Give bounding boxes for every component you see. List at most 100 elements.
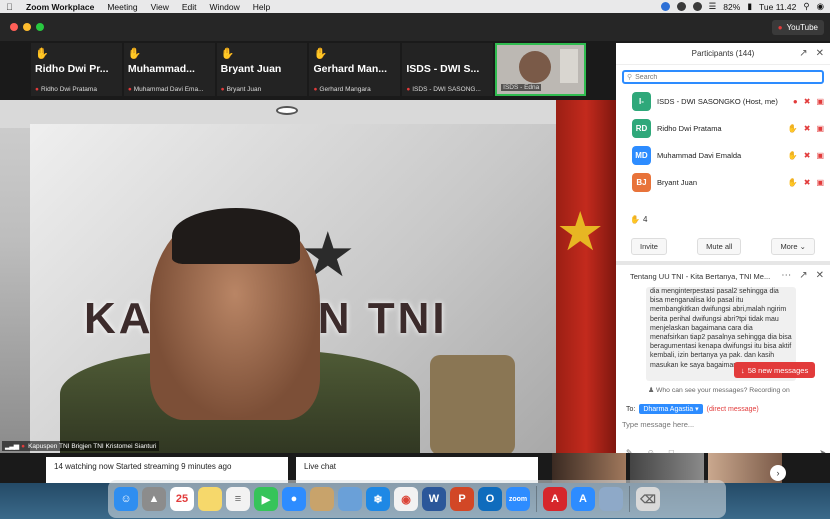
finder-icon[interactable]: ☺ xyxy=(114,487,138,511)
speaker-name-caption: ▂▃▅ ● Kapuspen TNI Brigjen TNI Kristomei… xyxy=(2,441,160,451)
trash-icon[interactable]: ⌫ xyxy=(636,487,660,511)
invite-button[interactable]: Invite xyxy=(631,237,667,255)
wifi-icon[interactable]: ☰ xyxy=(709,1,717,12)
raised-hand-icon: ✋ xyxy=(787,178,798,187)
menu-window[interactable]: Window xyxy=(210,2,240,12)
close-icon[interactable]: ✕ xyxy=(816,270,824,281)
participants-actions: Invite Mute all More ⌄ xyxy=(616,237,830,255)
raised-hand-icon: ✋ xyxy=(127,48,142,60)
battery-icon[interactable]: ▮ xyxy=(747,1,752,12)
background-browser: 14 watching now Started streaming 9 minu… xyxy=(0,453,830,483)
status-icon-2[interactable] xyxy=(692,2,702,11)
safari-icon[interactable]: ❄ xyxy=(366,487,390,511)
thumbnail-muhammad[interactable]: ✋ Muhammad... ● Muhammad Davi Ema... xyxy=(123,43,215,96)
thumbnail-bryant[interactable]: ✋ Bryant Juan ● Bryant Juan xyxy=(216,43,308,96)
notebook-icon[interactable] xyxy=(310,487,334,511)
chat-header: Tentang UU TNI - Kita Bertanya, TNI Me..… xyxy=(616,265,830,287)
minimize-window-button[interactable] xyxy=(23,23,31,31)
facetime-icon[interactable]: ▶ xyxy=(254,487,278,511)
muted-mic-icon[interactable]: ✖ xyxy=(804,151,811,160)
recipient-dropdown[interactable]: Dharma Agastia ▾ xyxy=(639,404,703,414)
thumbnail-ridho[interactable]: ✋ Ridho Dwi Pr... ● Ridho Dwi Pratama xyxy=(31,43,122,96)
new-messages-button[interactable]: ↓ 58 new messages xyxy=(734,362,816,378)
participant-row[interactable]: RD Ridho Dwi Pratama ✋ ✖ ▣ xyxy=(616,115,830,142)
participants-search-input[interactable] xyxy=(635,73,816,81)
search-icon[interactable]: ⚲ xyxy=(803,1,809,12)
avatar: BJ xyxy=(632,173,651,192)
more-options-icon[interactable]: ⋯ xyxy=(781,270,791,281)
chat-message-input[interactable] xyxy=(622,420,822,429)
menu-view[interactable]: View xyxy=(151,2,169,12)
outlook-icon[interactable]: O xyxy=(478,487,502,511)
menu-edit[interactable]: Edit xyxy=(182,2,197,12)
thumbnail-label: ● Bryant Juan xyxy=(220,86,262,93)
muted-mic-icon: ● xyxy=(35,86,39,93)
control-center-icon[interactable]: ◉ xyxy=(817,1,824,12)
thumbnail-gerhard[interactable]: ✋ Gerhard Man... ● Gerhard Mangara xyxy=(309,43,401,96)
raised-hand-icon: ✋ xyxy=(313,48,328,60)
video-off-icon[interactable]: ▣ xyxy=(816,178,824,187)
thumbnail-isds-edna[interactable]: ISDS - Edna xyxy=(495,43,586,96)
main-speaker-video[interactable]: ★ KAPUSPEN TNI ★ ▂▃▅ ● Kapuspen TNI Brig… xyxy=(0,100,616,453)
close-window-button[interactable] xyxy=(10,23,18,31)
related-video-thumbnail[interactable] xyxy=(630,453,704,483)
mute-all-button[interactable]: Mute all xyxy=(697,237,742,255)
muted-mic-icon: ● xyxy=(220,86,225,93)
battery-percent: 82% xyxy=(723,1,741,12)
youtube-live-button[interactable]: ● YouTube xyxy=(771,20,824,35)
chat-visibility-note[interactable]: ♟ Who can see your messages? Recording o… xyxy=(648,386,790,394)
powerpoint-icon[interactable]: P xyxy=(450,487,474,511)
zoom-status-icon[interactable] xyxy=(660,2,670,11)
participant-row[interactable]: I- ISDS - DWI SASONGKO (Host, me) ● ✖ ▣ xyxy=(616,88,830,115)
menu-app-name[interactable]: Zoom Workplace xyxy=(26,2,94,12)
preview-icon[interactable] xyxy=(338,487,362,511)
participant-name: Ridho Dwi Pratama xyxy=(657,124,722,133)
flag-star-icon: ★ xyxy=(556,202,605,262)
zoom-app-icon[interactable]: zoom xyxy=(506,487,530,511)
raised-hand-icon: ✋ xyxy=(220,48,235,60)
calendar-icon[interactable]: 25 xyxy=(170,487,194,511)
chevron-down-icon: ⌄ xyxy=(799,241,806,251)
participant-name: Bryant Juan xyxy=(657,178,698,187)
more-button[interactable]: More ⌄ xyxy=(771,237,815,255)
video-off-icon[interactable]: ▣ xyxy=(816,97,824,106)
notes-icon[interactable] xyxy=(198,487,222,511)
muted-mic-icon: ● xyxy=(313,86,318,93)
menu-meeting[interactable]: Meeting xyxy=(107,2,137,12)
muted-mic-icon[interactable]: ✖ xyxy=(804,178,811,187)
status-icon-1[interactable] xyxy=(676,2,686,11)
launchpad-icon[interactable]: ▲ xyxy=(142,487,166,511)
popout-icon[interactable]: ↗ xyxy=(799,270,807,281)
acrobat-icon[interactable]: A xyxy=(543,487,567,511)
apple-menu-icon[interactable]:  xyxy=(6,2,18,12)
app-store-icon[interactable]: A xyxy=(571,487,595,511)
raised-count: 4 xyxy=(642,215,648,224)
video-lamp xyxy=(276,106,298,115)
muted-mic-icon[interactable]: ✖ xyxy=(804,124,811,133)
next-arrow-icon[interactable]: › xyxy=(770,465,786,481)
thumbnail-display-name: ISDS - DWI S... xyxy=(406,63,480,75)
chat-panel: Tentang UU TNI - Kita Bertanya, TNI Me..… xyxy=(616,261,830,457)
chrome-icon[interactable]: ◉ xyxy=(394,487,418,511)
image-viewer-icon[interactable] xyxy=(599,487,623,511)
close-icon[interactable]: ✕ xyxy=(816,48,824,59)
related-video-thumbnail[interactable] xyxy=(552,453,626,483)
messages-icon[interactable]: ● xyxy=(282,487,306,511)
reminders-icon[interactable]: ≡ xyxy=(226,487,250,511)
participant-row[interactable]: MD Muhammad Davi Emalda ✋ ✖ ▣ xyxy=(616,142,830,169)
video-off-icon[interactable]: ▣ xyxy=(816,124,824,133)
thumbnail-isds-dwi[interactable]: ISDS - DWI S... ● ISDS - DWI SASONG... xyxy=(402,43,494,96)
clock[interactable]: Tue 11.42 xyxy=(759,2,796,12)
direct-message-label: (direct message) xyxy=(706,405,759,413)
popout-icon[interactable]: ↗ xyxy=(799,48,807,59)
zoom-window-button[interactable] xyxy=(36,23,44,31)
word-icon[interactable]: W xyxy=(422,487,446,511)
avatar: RD xyxy=(632,119,651,138)
menu-help[interactable]: Help xyxy=(253,2,270,12)
participant-row[interactable]: BJ Bryant Juan ✋ ✖ ▣ xyxy=(616,169,830,196)
to-label: To: xyxy=(626,405,636,413)
youtube-label: YouTube xyxy=(786,23,818,32)
thumbnail-label: ● ISDS - DWI SASONG... xyxy=(406,86,481,93)
video-off-icon[interactable]: ▣ xyxy=(816,151,824,160)
muted-mic-icon[interactable]: ✖ xyxy=(804,97,811,106)
